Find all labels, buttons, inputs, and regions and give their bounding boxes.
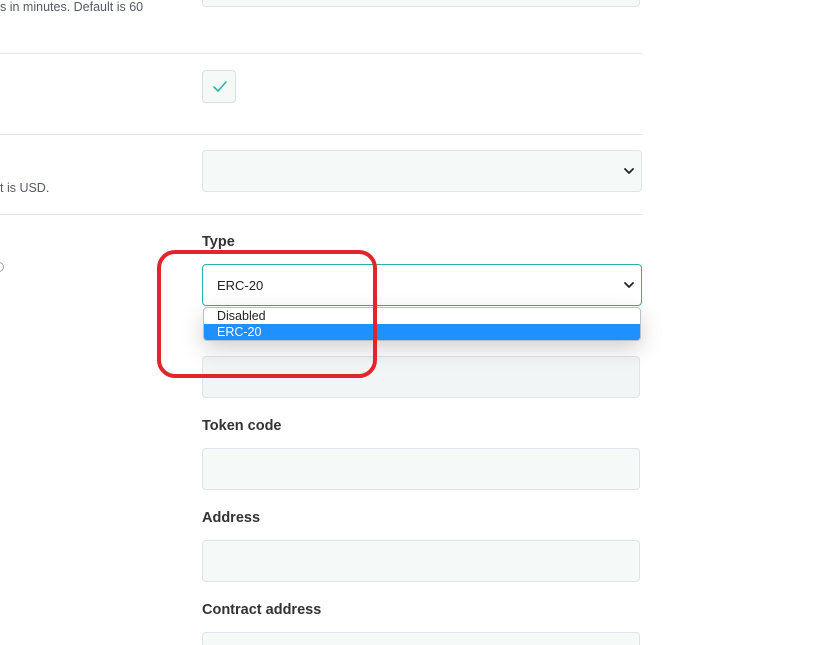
timeout-help-text: s in minutes. Default is 60	[0, 0, 144, 14]
chevron-down-icon	[624, 282, 634, 288]
section-divider	[0, 53, 642, 54]
currency-help-text: t is USD.	[0, 181, 50, 195]
type-select[interactable]: ERC-20	[202, 264, 642, 306]
address-input[interactable]	[202, 540, 640, 582]
check-icon	[213, 81, 227, 92]
contract-address-label: Contract address	[202, 602, 322, 618]
type-dropdown-list: Disabled ERC-20	[203, 307, 641, 341]
hidden-field-input[interactable]	[202, 356, 640, 398]
type-option-erc20[interactable]: ERC-20	[204, 324, 640, 340]
token-code-input[interactable]	[202, 448, 640, 490]
section-divider	[0, 214, 642, 215]
type-option-disabled[interactable]: Disabled	[204, 308, 640, 324]
type-label: Type	[202, 234, 235, 250]
type-select-value: ERC-20	[217, 278, 264, 293]
currency-select[interactable]	[202, 150, 642, 192]
section-divider	[0, 134, 642, 135]
enable-checkbox[interactable]	[202, 70, 236, 103]
contract-address-input[interactable]	[202, 632, 640, 645]
info-icon	[0, 262, 4, 272]
timeout-input[interactable]	[202, 0, 640, 7]
token-code-label: Token code	[202, 418, 282, 434]
settings-page: s in minutes. Default is 60 t is USD. Ty…	[0, 0, 813, 645]
chevron-down-icon	[624, 168, 634, 174]
address-label: Address	[202, 510, 261, 526]
